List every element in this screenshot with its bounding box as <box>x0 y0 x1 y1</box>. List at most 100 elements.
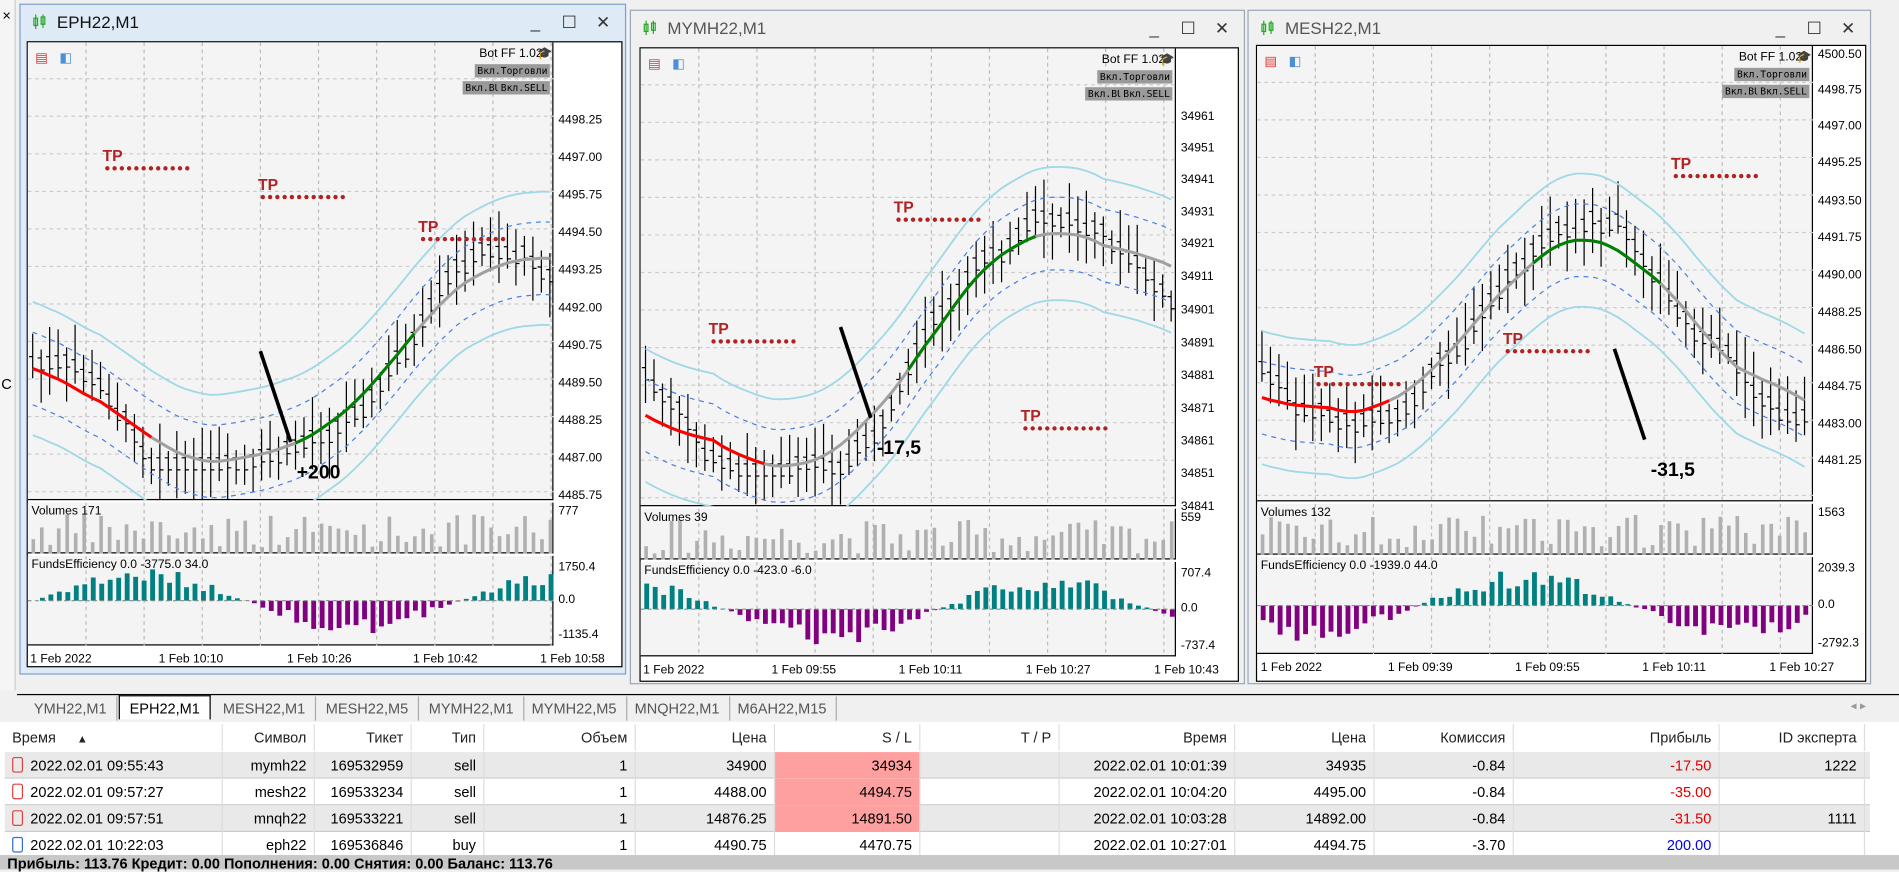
volume-bar <box>1668 521 1672 554</box>
take-profit-dot <box>1345 382 1349 386</box>
chart-tab[interactable]: MESH22,M5 <box>316 696 419 720</box>
column-header[interactable]: Прибыль <box>1514 724 1720 751</box>
volume-bar <box>1507 528 1511 554</box>
volumes-pane[interactable]: Volumes 39 <box>641 509 1176 560</box>
one-click-trading-icon[interactable]: ▤ <box>648 56 661 72</box>
column-header[interactable]: Тип <box>412 724 485 751</box>
column-header[interactable]: Цена <box>1235 724 1374 751</box>
maximize-button[interactable]: ☐ <box>1802 16 1826 40</box>
volume-bar <box>1736 516 1740 555</box>
table-row[interactable]: 2022.02.01 09:55:43mymh22169532959sell13… <box>5 752 1870 779</box>
column-header[interactable]: Тикет <box>315 724 412 751</box>
depth-of-market-icon[interactable]: ◧ <box>1289 53 1302 69</box>
column-header[interactable]: Символ <box>223 724 315 751</box>
column-header[interactable]: Цена <box>636 724 775 751</box>
take-profit-dot <box>1571 349 1575 353</box>
volume-bar <box>1574 531 1578 554</box>
profit-annotation: -17,5 <box>877 438 921 460</box>
chart-window[interactable]: MYMH22,M1 _ ☐ ✕ TPTPTP ▤ ◧ Bot FF 1.02 🎓… <box>630 10 1245 685</box>
indicator-bar <box>472 596 477 600</box>
volume-bar <box>243 521 247 554</box>
chart-window[interactable]: EPH22,M1 _ ☐ ✕ TPTPTP ▤ ◧ Bot FF 1.02 🎓 … <box>19 4 626 675</box>
volume-bar <box>1515 525 1519 554</box>
volumes-label: Volumes 132 <box>1261 506 1331 519</box>
take-profit-dot <box>185 166 189 170</box>
chart-tab[interactable]: M6AH22,M15 <box>728 696 837 720</box>
minimize-button[interactable]: _ <box>523 10 547 34</box>
close-button[interactable]: ✕ <box>1210 16 1234 40</box>
funds-efficiency-pane[interactable]: FundsEfficiency 0.0 -3775.0 34.0 <box>28 556 554 646</box>
minimize-button[interactable]: _ <box>1142 16 1166 40</box>
indicator-bar <box>193 584 198 601</box>
indicator-bar <box>489 593 494 601</box>
volumes-pane[interactable]: Volumes 132 <box>1257 504 1813 555</box>
table-cell: 14892.00 <box>1235 805 1374 832</box>
volume-bar <box>1642 548 1646 555</box>
volumes-pane[interactable]: Volumes 171 <box>28 503 554 554</box>
sort-ascending-icon[interactable]: ▲ <box>77 733 88 745</box>
maximize-button[interactable]: ☐ <box>1176 16 1200 40</box>
table-row[interactable]: 2022.02.01 09:57:27mesh22169533234sell14… <box>5 779 1870 806</box>
column-header[interactable]: S / L <box>775 724 920 751</box>
price-plot[interactable]: TPTPTP ▤ ◧ Bot FF 1.02 🎓 Вкл.Торговли Вк… <box>28 42 554 500</box>
funds-efficiency-pane[interactable]: FundsEfficiency 0.0 -1939.0 44.0 <box>1257 557 1813 654</box>
indicator-bar <box>831 609 836 633</box>
time-axis-label: 1 Feb 10:26 <box>287 653 352 666</box>
depth-of-market-icon[interactable]: ◧ <box>672 56 685 72</box>
indicator-bar <box>1498 572 1503 606</box>
maximize-button[interactable]: ☐ <box>557 10 581 34</box>
funds-efficiency-pane[interactable]: FundsEfficiency 0.0 -423.0 -6.0 <box>641 562 1176 656</box>
enable-sell-button[interactable]: Вкл.SELL <box>1121 87 1173 100</box>
column-header[interactable]: Время <box>1060 724 1236 751</box>
column-header[interactable]: Комиссия <box>1375 724 1514 751</box>
close-button[interactable]: ✕ <box>591 10 615 34</box>
column-header[interactable]: T / P <box>920 724 1059 751</box>
window-titlebar[interactable]: EPH22,M1 _ ☐ ✕ <box>21 5 625 39</box>
chart-tab[interactable]: YMH22,M1 <box>24 696 117 720</box>
price-axis-label: 34961 <box>1181 110 1215 123</box>
tab-scroll-arrows[interactable]: ◂ ▸ <box>1851 700 1867 713</box>
chart-tab[interactable]: EPH22,M1 <box>119 695 211 719</box>
take-profit-dot <box>1389 382 1393 386</box>
volume-axis-label: 559 <box>1181 511 1201 524</box>
take-profit-dot <box>1725 174 1729 178</box>
chart-tab[interactable]: MNQH22,M1 <box>625 696 730 720</box>
one-click-trading-icon[interactable]: ▤ <box>1264 53 1277 69</box>
take-profit-dot <box>120 166 124 170</box>
cell-text: 2022.02.01 10:27:01 <box>1093 837 1226 854</box>
chart-area[interactable]: TPTPTP ▤ ◧ Bot FF 1.02 🎓 Вкл.Торговли Вк… <box>639 47 1238 682</box>
table-row[interactable]: 2022.02.01 09:57:51mnqh22169533221sell11… <box>5 805 1870 832</box>
column-header[interactable]: Время ▲ <box>5 724 223 751</box>
enable-trading-button[interactable]: Вкл.Торговли <box>1098 70 1173 83</box>
enable-sell-button[interactable]: Вкл.SELL <box>1758 85 1810 98</box>
enable-sell-button[interactable]: Вкл.SELL <box>498 81 550 94</box>
chart-area[interactable]: TPTPTP ▤ ◧ Bot FF 1.02 🎓 Вкл.Торговли Вк… <box>27 41 623 667</box>
volume-bar <box>108 527 112 554</box>
column-header[interactable]: ID эксперта <box>1720 724 1865 751</box>
indicator-label: FundsEfficiency 0.0 -3775.0 34.0 <box>31 558 208 571</box>
enable-trading-button[interactable]: Вкл.Торговли <box>475 64 550 77</box>
one-click-trading-icon[interactable]: ▤ <box>35 50 48 66</box>
price-axis-label: 4486.50 <box>1818 344 1862 357</box>
moving-average-bear <box>1262 398 1389 412</box>
price-plot[interactable]: TPTPTP ▤ ◧ Bot FF 1.02 🎓 Вкл.Торговли Вк… <box>1257 46 1813 501</box>
chart-tab[interactable]: MESH22,M1 <box>213 696 316 720</box>
chart-window[interactable]: MESH22,M1 _ ☐ ✕ TPTPTP ▤ ◧ Bot FF 1.02 🎓… <box>1247 10 1871 685</box>
chart-tab[interactable]: MYMH22,M1 <box>419 696 524 720</box>
take-profit-label: TP <box>894 199 914 216</box>
enable-trading-button[interactable]: Вкл.Торговли <box>1735 68 1810 81</box>
indicator-axis-label: -1135.4 <box>558 629 598 642</box>
chart-tab[interactable]: MYMH22,M5 <box>522 696 627 720</box>
indicator-bar <box>481 592 486 601</box>
close-button[interactable]: ✕ <box>1836 16 1860 40</box>
chart-area[interactable]: TPTPTP ▤ ◧ Bot FF 1.02 🎓 Вкл.Торговли Вк… <box>1256 45 1866 682</box>
price-plot[interactable]: TPTPTP ▤ ◧ Bot FF 1.02 🎓 Вкл.Торговли Вк… <box>641 48 1176 506</box>
window-titlebar[interactable]: MYMH22,M1 _ ☐ ✕ <box>631 11 1244 45</box>
minimize-button[interactable]: _ <box>1768 16 1792 40</box>
take-profit-dot <box>268 195 272 199</box>
window-titlebar[interactable]: MESH22,M1 _ ☐ ✕ <box>1249 11 1870 45</box>
cell-text: -17.50 <box>1670 757 1711 774</box>
depth-of-market-icon[interactable]: ◧ <box>59 50 72 66</box>
close-icon[interactable]: × <box>2 7 10 24</box>
column-header[interactable]: Объем <box>484 724 635 751</box>
